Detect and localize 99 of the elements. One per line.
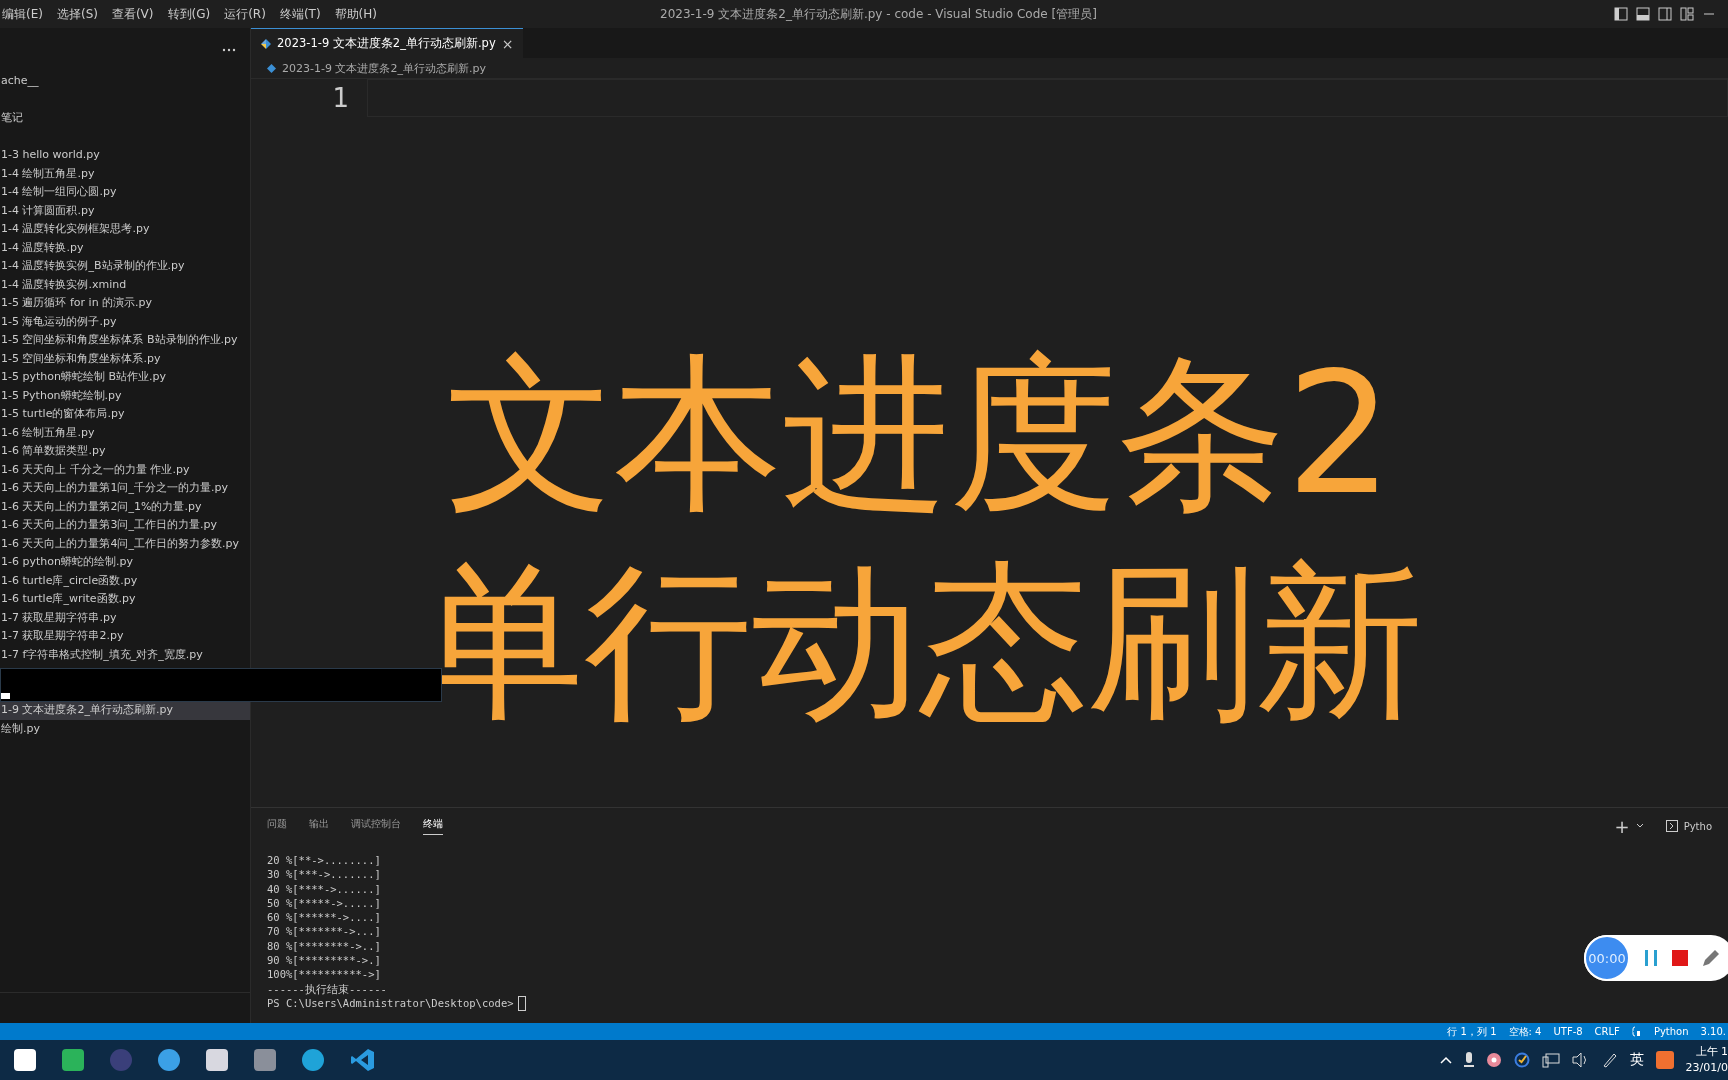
file-item[interactable]: 1-5 遍历循环 for in 的演示.py	[0, 294, 250, 313]
braces-icon	[1631, 1026, 1642, 1037]
input-method-indicator[interactable]: 英	[1629, 1051, 1644, 1069]
panel-tab[interactable]: 输出	[309, 817, 329, 835]
clock-time[interactable]: 上午 1	[1695, 1044, 1728, 1060]
app-taskbar-icon[interactable]	[14, 1049, 36, 1071]
python-file-icon	[267, 63, 276, 73]
menu-item[interactable]: 选择(S)	[56, 5, 98, 23]
status-item[interactable]: 空格: 4	[1508, 1024, 1542, 1039]
panel-tab[interactable]: 终端	[423, 817, 443, 835]
sidebar-layout-icon[interactable]	[1614, 7, 1628, 21]
status-item[interactable]: Python	[1653, 1026, 1689, 1037]
file-item[interactable]: 1-7 f字符串格式控制_填充_对齐_宽度.py	[0, 645, 250, 664]
clock-date[interactable]: 23/01/0	[1685, 1060, 1728, 1076]
app-taskbar-icon[interactable]	[254, 1049, 276, 1071]
overlay-title: 文本进度条2	[446, 335, 1393, 534]
menu-item[interactable]: 编辑(E)	[2, 5, 43, 23]
app-taskbar-icon[interactable]	[158, 1049, 180, 1071]
split-layout-icon[interactable]	[1658, 7, 1672, 21]
file-item[interactable]: 1-4 温度转换.py	[0, 238, 250, 257]
microphone-icon[interactable]	[1463, 1052, 1474, 1068]
marker-block	[1, 693, 10, 699]
chevron-down-icon[interactable]	[1635, 823, 1644, 829]
file-item[interactable]: 1-5 海龟运动的例子.py	[0, 312, 250, 331]
grid-layout-icon[interactable]	[1680, 7, 1694, 21]
file-item[interactable]: 1-6 绘制五角星.py	[0, 423, 250, 442]
browser-taskbar-icon[interactable]	[302, 1049, 324, 1071]
chevron-up-icon[interactable]	[1439, 1056, 1452, 1064]
file-item[interactable]: 1-4 温度转换实例.xmind	[0, 275, 250, 294]
overlay-title: 单行动态刷新	[415, 543, 1424, 742]
editor-tab[interactable]: 2023-1-9 文本进度条2_单行动态刷新.py ×	[251, 28, 524, 58]
more-icon[interactable]	[222, 48, 236, 52]
file-item[interactable]: 1-5 空间坐标和角度坐标体系.py	[0, 349, 250, 368]
file-item[interactable]: 1-4 温度转化实例框架思考.py	[0, 220, 250, 239]
file-item[interactable]: 1-5 turtle的窗体布局.py	[0, 405, 250, 424]
app-taskbar-icon[interactable]	[206, 1049, 228, 1071]
terminal-prompt: PS C:\Users\Administrator\Desktop\code>	[267, 996, 514, 1011]
terminal-line: 70 %[*******->...]	[267, 924, 381, 939]
panel-layout-icon[interactable]	[1636, 7, 1650, 21]
terminal-line: 20 %[**->........]	[267, 853, 381, 868]
file-item[interactable]: 1-4 计算圆面积.py	[0, 201, 250, 220]
line-number: 1	[331, 83, 350, 113]
file-item[interactable]: 1-4 绘制一组同心圆.py	[0, 183, 250, 202]
file-item[interactable]: 1-6 天天向上的力量第1问_千分之一的力量.py	[0, 479, 250, 498]
terminal-line: 50 %[*****->.....]	[267, 895, 381, 911]
menu-item[interactable]: 转到(G)	[167, 5, 211, 23]
menu-item[interactable]: 帮助(H)	[334, 5, 377, 23]
panel-tab[interactable]: 问题	[267, 817, 287, 835]
file-item[interactable]: 1-6 天天向上的力量第3问_工作日的力量.py	[0, 516, 250, 535]
file-item[interactable]: 1-6 天天向上 千分之一的力量 作业.py	[0, 460, 250, 479]
menu-item[interactable]: 运行(R)	[224, 5, 266, 23]
terminal-line: 90 %[*********->.]	[267, 953, 381, 968]
file-item[interactable]: 1-6 天天向上的力量第2问_1%的力量.py	[0, 497, 250, 516]
terminal-line: 30 %[***->.......]	[267, 867, 381, 882]
file-item[interactable]: 1-6 turtle库_write函数.py	[0, 590, 250, 609]
status-item[interactable]: 行 1，列 1	[1447, 1024, 1497, 1039]
app-tray-icon[interactable]	[1655, 1051, 1674, 1069]
folder-item[interactable]: ache__	[0, 72, 250, 91]
file-item[interactable]: 1-5 python蟒蛇绘制 B站作业.py	[0, 368, 250, 387]
file-item[interactable]: 1-5 Python蟒蛇绘制.py	[0, 386, 250, 405]
terminal-line: 100%[**********->]	[267, 967, 381, 982]
file-item[interactable]: 1-6 python蟒蛇的绘制.py	[0, 553, 250, 572]
close-button[interactable]: ×	[501, 35, 514, 52]
file-item[interactable]: 1-6 简单数据类型.py	[0, 442, 250, 461]
terminal-name[interactable]: Pytho	[1683, 820, 1712, 832]
breadcrumb[interactable]: 2023-1-9 文本进度条2_单行动态刷新.py	[282, 60, 486, 76]
folder-item[interactable]: 笔记	[0, 109, 250, 128]
status-item[interactable]: UTF-8	[1553, 1026, 1583, 1037]
status-item[interactable]: 3.10.	[1700, 1026, 1726, 1037]
app-taskbar-icon[interactable]	[62, 1049, 84, 1071]
new-terminal-button[interactable]: +	[1614, 815, 1630, 837]
file-item[interactable]: 绘制.py	[0, 719, 250, 738]
terminal-line: 40 %[****->......]	[267, 881, 381, 896]
file-item[interactable]: 1-6 turtle库_circle函数.py	[0, 571, 250, 590]
file-item[interactable]: 1-4 绘制五角星.py	[0, 164, 250, 183]
terminal-line: 80 %[********->..]	[267, 938, 381, 954]
check-circle-icon[interactable]	[1513, 1052, 1530, 1068]
terminal-cursor	[517, 995, 526, 1011]
file-item[interactable]: 1-3 hello world.py	[0, 146, 250, 165]
pen-icon[interactable]	[1601, 1052, 1618, 1068]
status-item[interactable]: CRLF	[1594, 1026, 1620, 1037]
menu-item[interactable]: 终端(T)	[279, 5, 321, 23]
menu-item[interactable]: 查看(V)	[111, 5, 154, 23]
terminal-line: 60 %[******->....]	[267, 910, 381, 925]
file-item[interactable]: 1-4 温度转换实例_B站录制的作业.py	[0, 257, 250, 276]
pause-icon[interactable]	[1644, 949, 1658, 967]
panel-tab[interactable]: 调试控制台	[351, 817, 401, 835]
window-title: 2023-1-9 文本进度条2_单行动态刷新.py - code - Visual Studio Code [管理员]	[660, 5, 1097, 23]
file-item[interactable]: 1-6 天天向上的力量第4问_工作日的努力参数.py	[0, 534, 250, 553]
network-icon[interactable]	[1541, 1052, 1560, 1068]
terminal-line: ------执行结束------	[267, 981, 387, 996]
pencil-icon[interactable]	[1702, 949, 1720, 967]
file-item[interactable]: 1-7 获取星期字符串2.py	[0, 627, 250, 646]
code-editor-taskbar-icon[interactable]	[350, 1047, 376, 1073]
flower-icon[interactable]	[1485, 1052, 1502, 1068]
file-item[interactable]: 1-7 获取星期字符串.py	[0, 608, 250, 627]
terminal-icon	[1665, 820, 1678, 832]
python-file-icon	[261, 38, 271, 49]
file-item[interactable]: 1-5 空间坐标和角度坐标体系 B站录制的作业.py	[0, 331, 250, 350]
